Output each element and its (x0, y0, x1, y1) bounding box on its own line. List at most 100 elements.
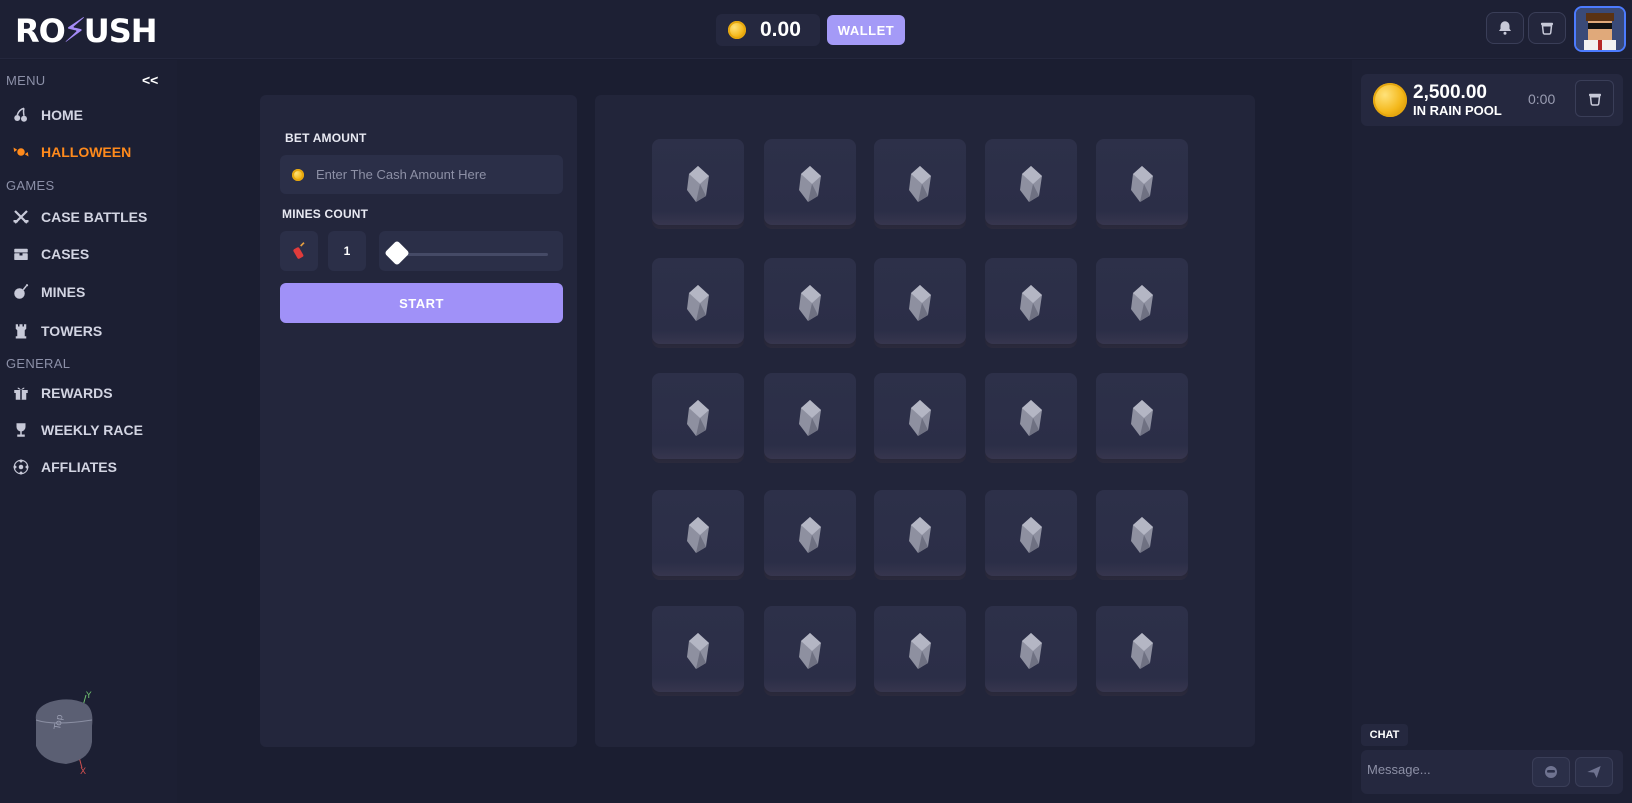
mine-tile[interactable] (874, 258, 966, 348)
sidebar-item-label: HOME (41, 107, 83, 123)
sidebar-item-case-battles[interactable]: CASE BATTLES (12, 206, 147, 228)
send-button[interactable] (1575, 757, 1613, 787)
chat-message-input[interactable] (1367, 762, 1517, 777)
mine-tile[interactable] (985, 373, 1077, 463)
gem-icon (687, 517, 709, 553)
sidebar-item-home[interactable]: HOME (12, 104, 83, 126)
mine-tile[interactable] (1096, 606, 1188, 696)
mine-tile[interactable] (652, 606, 744, 696)
gizmo-y-label: Y (85, 691, 92, 701)
sidebar-item-label: CASES (41, 246, 90, 262)
bet-amount-input[interactable] (316, 167, 556, 182)
sidebar-item-weekly-race[interactable]: WEEKLY RACE (12, 419, 143, 441)
gem-icon (1131, 400, 1153, 436)
mine-tile[interactable] (652, 139, 744, 229)
gem-icon (799, 166, 821, 202)
gem-icon (909, 517, 931, 553)
sidebar-item-label: AFFLIATES (41, 459, 117, 475)
emoji-icon (1545, 766, 1557, 778)
logo-text-right: USH (83, 12, 158, 50)
cherries-icon (14, 107, 27, 122)
trophy-icon (16, 423, 26, 437)
start-button[interactable]: START (280, 283, 563, 323)
dynamite-icon (293, 242, 305, 259)
mine-tile[interactable] (1096, 258, 1188, 348)
wallet-button[interactable]: WALLET (827, 15, 905, 45)
mine-tile[interactable] (764, 373, 856, 463)
gem-icon (1131, 166, 1153, 202)
crossed-swords-icon (13, 210, 29, 224)
gem-icon (799, 517, 821, 553)
gem-icon (1131, 633, 1153, 669)
cup-icon (1541, 22, 1553, 35)
mine-tile[interactable] (652, 373, 744, 463)
sidebar-item-halloween[interactable]: HALLOWEEN (12, 141, 131, 163)
case-icon (14, 248, 28, 260)
sidebar-item-affiliates[interactable]: AFFLIATES (12, 456, 117, 478)
rain-toggle-button[interactable] (1528, 12, 1566, 44)
mine-tile[interactable] (1096, 139, 1188, 229)
candy-icon (13, 147, 29, 157)
mine-tile[interactable] (1096, 373, 1188, 463)
chat-sidebar (1352, 60, 1632, 803)
send-icon (1587, 766, 1601, 778)
user-avatar[interactable] (1574, 6, 1626, 52)
balance-display: 0.00 (716, 14, 820, 46)
sidebar-item-label: MINES (41, 284, 86, 300)
mine-tile[interactable] (985, 139, 1077, 229)
bet-amount-field[interactable] (280, 155, 563, 194)
gem-icon (909, 285, 931, 321)
mine-tile[interactable] (874, 139, 966, 229)
slider-track (393, 253, 548, 256)
notifications-button[interactable] (1486, 12, 1524, 44)
gem-icon (1020, 285, 1042, 321)
mine-tile[interactable] (1096, 490, 1188, 580)
gem-icon (687, 633, 709, 669)
mine-tile[interactable] (985, 258, 1077, 348)
mine-tile[interactable] (764, 606, 856, 696)
gem-icon (1020, 166, 1042, 202)
games-heading: GAMES (6, 178, 55, 193)
gem-icon (799, 633, 821, 669)
mine-tile[interactable] (985, 490, 1077, 580)
gem-icon (799, 400, 821, 436)
chat-input-area (1361, 750, 1623, 794)
mines-count-value[interactable]: 1 (328, 231, 366, 271)
gem-icon (1020, 400, 1042, 436)
rain-pool-amount: 2,500.00 (1413, 82, 1487, 103)
mine-tile[interactable] (652, 490, 744, 580)
sidebar-item-towers[interactable]: TOWERS (12, 320, 102, 342)
collapse-sidebar-button[interactable]: << (142, 72, 158, 88)
mine-tile[interactable] (874, 606, 966, 696)
site-logo[interactable]: RO ⚡ USH (15, 10, 158, 52)
logo-bolt-icon: ⚡ (62, 11, 87, 51)
sidebar-item-label: HALLOWEEN (41, 144, 132, 160)
mine-tile[interactable] (874, 490, 966, 580)
mine-tile[interactable] (764, 139, 856, 229)
chat-tab[interactable]: CHAT (1361, 724, 1408, 746)
sidebar-item-rewards[interactable]: REWARDS (12, 382, 113, 404)
emoji-button[interactable] (1532, 757, 1570, 787)
slider-handle[interactable] (384, 240, 410, 266)
bet-amount-label: BET AMOUNT (285, 131, 367, 145)
mine-tile[interactable] (652, 258, 744, 348)
gem-icon (687, 166, 709, 202)
rain-join-button[interactable] (1575, 80, 1614, 117)
gem-icon (909, 166, 931, 202)
gem-icon (909, 400, 931, 436)
avatar-image (1576, 8, 1624, 50)
sidebar-item-mines[interactable]: MINES (12, 281, 85, 303)
mine-tile[interactable] (985, 606, 1077, 696)
bomb-icon (14, 284, 29, 299)
rain-pool-box: 2,500.00 IN RAIN POOL 0:00 (1361, 74, 1623, 126)
gem-icon (1020, 633, 1042, 669)
mine-tile[interactable] (764, 258, 856, 348)
sidebar-item-cases[interactable]: CASES (12, 243, 89, 265)
mine-tile[interactable] (764, 490, 856, 580)
orientation-gizmo[interactable]: Y X Top (30, 690, 100, 775)
balance-amount: 0.00 (760, 18, 801, 41)
mines-count-slider[interactable] (379, 231, 563, 271)
mine-tile[interactable] (874, 373, 966, 463)
gem-icon (909, 633, 931, 669)
menu-heading: MENU (6, 73, 46, 88)
